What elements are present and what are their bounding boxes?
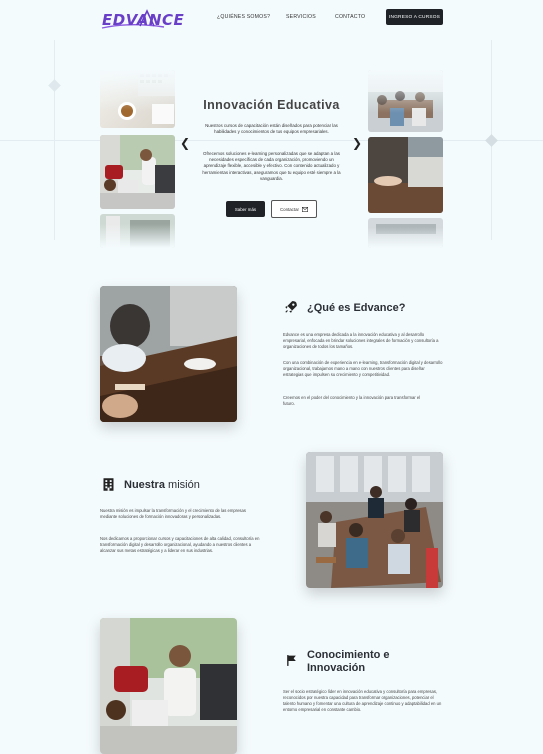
contactar-button[interactable]: Contactar: [271, 200, 317, 218]
logo-text: EDVANCE: [102, 11, 185, 29]
chevron-left-icon[interactable]: ❮: [180, 136, 190, 150]
about-paragraph-3: Creemos en el poder del conocimiento y l…: [283, 395, 421, 406]
vision-photo-office-laptop: [100, 618, 237, 754]
vision-paragraph-1: Ser el socio estratégico líder en innova…: [283, 689, 442, 712]
hero-photo-coffee-desk: [100, 70, 175, 128]
nav-link-contacto[interactable]: CONTACTO: [335, 14, 365, 20]
vision-title-line2: Innovación: [307, 662, 366, 674]
about-photo-meeting-table: [100, 286, 237, 422]
nav-link-servicios[interactable]: SERVICIOS: [286, 14, 316, 20]
vision-title-line1: Conocimiento e: [307, 649, 390, 661]
top-nav: EDVANCE ¿QUIÉNES SOMOS? SERVICIOS CONTAC…: [0, 0, 543, 36]
hero-title: Innovación Educativa: [203, 98, 340, 112]
mission-paragraph-2: Nos dedicamos a proporcionar cursos y ca…: [100, 536, 260, 553]
logo[interactable]: EDVANCE: [100, 8, 184, 30]
rocket-icon: [285, 301, 297, 313]
mission-paragraph-1: Nuestra misión es impulsar la transforma…: [100, 508, 246, 519]
mission-photo-team-table: [306, 452, 443, 588]
building-icon: [103, 478, 114, 491]
hero-photo-bottom-right: [368, 218, 443, 248]
hero-photo-handshake: [368, 137, 443, 213]
hero-photo-bottom-left: [100, 214, 175, 248]
bg-diamond: [48, 79, 61, 92]
mission-title: Nuestra misión: [124, 479, 200, 492]
hero-photo-office-laptop: [100, 135, 175, 209]
ingreso-cursos-button[interactable]: INGRESO A CURSOS: [386, 9, 443, 25]
about-paragraph-2: Con una combinación de experiencia en e-…: [283, 360, 443, 377]
chevron-right-icon[interactable]: ❯: [352, 136, 362, 150]
bg-diamond: [485, 134, 498, 147]
bg-grid-line: [0, 140, 543, 141]
hero-paragraph-1: Nuestros cursos de capacitación están di…: [205, 123, 338, 135]
bg-grid-line: [54, 40, 55, 240]
saber-mas-button[interactable]: Saber más: [226, 201, 265, 217]
about-paragraph-1: Edvance es una empresa dedicada a la inn…: [283, 332, 439, 349]
contactar-label: Contactar: [279, 206, 300, 212]
flag-icon: [287, 655, 296, 666]
nav-link-quienes-somos[interactable]: ¿QUIÉNES SOMOS?: [217, 14, 270, 20]
mission-title-bold: Nuestra: [124, 479, 165, 491]
hero-photo-meeting-top: [368, 70, 443, 132]
mail-icon: [302, 206, 309, 212]
hero-paragraph-2: Ofrecemos soluciones e-learning personal…: [202, 151, 341, 181]
mission-title-light: misión: [168, 479, 200, 491]
about-title: ¿Qué es Edvance?: [307, 302, 406, 314]
vision-title: Conocimiento e Innovación: [307, 649, 390, 675]
